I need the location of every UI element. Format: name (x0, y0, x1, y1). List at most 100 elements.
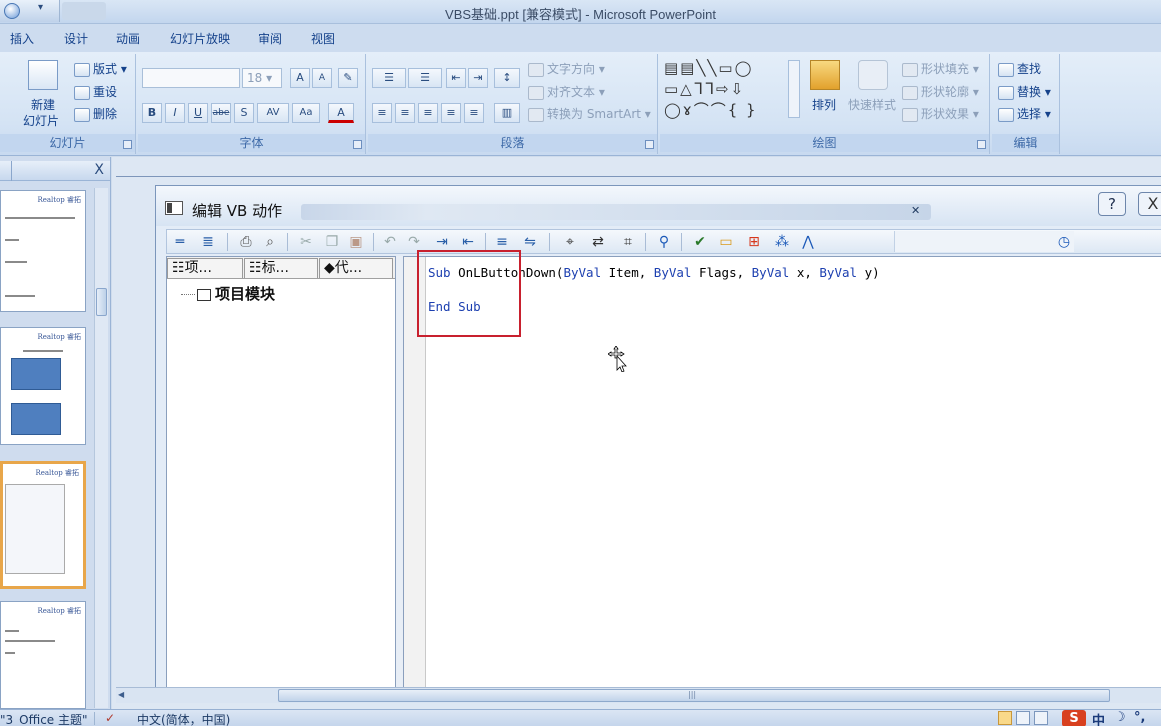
drawing-launcher-icon[interactable] (977, 140, 986, 149)
indent-icon[interactable]: ⇥ (433, 233, 451, 251)
italic-button[interactable]: I (165, 103, 185, 123)
columns-icon[interactable]: ▥ (494, 103, 520, 123)
tab-review[interactable]: 审阅 (258, 30, 282, 47)
delete-button[interactable]: 删除 (74, 105, 117, 122)
help-button[interactable]: ? (1098, 192, 1126, 216)
new-slide-icon[interactable] (28, 60, 58, 90)
tab-design[interactable]: 设计 (64, 30, 88, 47)
sorter-view-icon[interactable] (1016, 711, 1030, 725)
close-button[interactable]: X (1138, 192, 1161, 216)
horizontal-scrollbar[interactable]: ◀ ||| (116, 687, 1161, 703)
strikethrough-button[interactable]: abe (211, 103, 231, 123)
clear-format-icon[interactable]: ✎ (338, 68, 358, 88)
add-module-icon[interactable]: ⊞ (745, 233, 763, 251)
scroll-thumb[interactable] (96, 288, 107, 316)
close-pane-icon[interactable]: X (94, 162, 104, 178)
moon-icon[interactable]: ☽ (1114, 710, 1126, 725)
align-center-icon[interactable]: ≡ (395, 103, 415, 123)
code-editor[interactable]: Sub OnLButtonDown(ByVal Item, ByVal Flag… (403, 250, 1161, 688)
uncomment-icon[interactable]: ⇋ (521, 233, 539, 251)
line-spacing-icon[interactable]: ↕ (494, 68, 520, 88)
font-name-combo[interactable] (142, 68, 240, 88)
tree-item-project-modules[interactable]: 项目模块 (181, 283, 275, 304)
align-right-icon[interactable]: ≡ (418, 103, 438, 123)
cut-icon[interactable]: ✂ (297, 233, 315, 251)
shape-effects-button[interactable]: 形状效果 ▾ (902, 105, 979, 122)
char-spacing-button[interactable]: AV (257, 103, 289, 123)
redo-icon[interactable]: ↷ (405, 233, 423, 251)
arrange-icon[interactable] (810, 60, 840, 90)
tab-slideshow[interactable]: 幻灯片放映 (170, 30, 230, 47)
slides-launcher-icon[interactable] (123, 140, 132, 149)
text-direction-button[interactable]: 文字方向 ▾ (528, 60, 605, 77)
shapes-scroll[interactable] (788, 60, 800, 118)
new-slide-label-2[interactable]: 幻灯片 (23, 112, 59, 129)
print-preview-icon[interactable]: ⌕ (261, 233, 279, 251)
new-slide-label[interactable]: 新建 (31, 96, 55, 113)
align-text-button[interactable]: 对齐文本 ▾ (528, 83, 605, 100)
arrange-button[interactable]: 排列 (812, 96, 836, 113)
align-left-icon[interactable]: ≡ (372, 103, 392, 123)
properties-icon[interactable]: ≣ (199, 233, 217, 251)
select-button[interactable]: 选择 ▾ (998, 105, 1051, 122)
grow-font-button[interactable]: A (290, 68, 310, 88)
outdent-icon[interactable]: ⇤ (459, 233, 477, 251)
shadow-button[interactable]: S (234, 103, 254, 123)
outline-icon[interactable]: ═ (171, 233, 189, 251)
underline-button[interactable]: U (188, 103, 208, 123)
undo-icon[interactable]: ↶ (381, 233, 399, 251)
font-size-combo[interactable]: 18 ▾ (242, 68, 282, 88)
layout-button[interactable]: 版式 ▾ (74, 60, 127, 77)
check-syntax-icon[interactable]: ✔ (691, 233, 709, 251)
find-code-icon[interactable]: ⌖ (561, 233, 579, 251)
tab-project[interactable]: ☷项... (167, 258, 243, 278)
tab-labels[interactable]: ☷标... (244, 258, 318, 278)
language[interactable]: 中文(简体，中国) (137, 711, 230, 726)
decrease-indent-icon[interactable]: ⇤ (446, 68, 466, 88)
slide-thumbnail[interactable]: Realtop 睿拓 (0, 601, 86, 709)
slide-pane-scrollbar[interactable] (94, 188, 108, 708)
distribute-icon[interactable]: ≡ (464, 103, 484, 123)
clock-icon[interactable]: ◷ (1055, 233, 1073, 251)
tab-animation[interactable]: 动画 (116, 30, 140, 47)
theme-name[interactable]: "3_Office 主题" (0, 711, 88, 726)
replace-code-icon[interactable]: ⇄ (589, 233, 607, 251)
quick-styles-icon[interactable] (858, 60, 888, 90)
scroll-left-icon[interactable]: ◀ (118, 690, 124, 699)
find-button[interactable]: 查找 (998, 60, 1041, 77)
font-launcher-icon[interactable] (353, 140, 362, 149)
slide-thumbnail-selected[interactable]: Realtop 睿拓 (0, 461, 86, 589)
bookmark-icon[interactable]: ⚲ (655, 233, 673, 251)
sogou-ime-icon[interactable]: S (1062, 710, 1086, 726)
shape-outline-button[interactable]: 形状轮廓 ▾ (902, 83, 979, 100)
goto-icon[interactable]: ⌗ (619, 233, 637, 251)
quick-styles-button[interactable]: 快速样式 (848, 96, 896, 113)
slide-thumbnail[interactable]: Realtop 睿拓 (0, 327, 86, 445)
bold-button[interactable]: B (142, 103, 162, 123)
normal-view-icon[interactable] (998, 711, 1012, 725)
ime-chinese-mode[interactable]: 中 (1092, 710, 1105, 726)
replace-button[interactable]: 替换 ▾ (998, 83, 1051, 100)
font-color-button[interactable]: A (328, 103, 354, 123)
numbering-icon[interactable]: ☰ (408, 68, 442, 88)
compass-icon[interactable]: ⋀ (799, 233, 817, 251)
object-browser-icon[interactable]: ⁂ (773, 233, 791, 251)
bullets-icon[interactable]: ☰ (372, 68, 406, 88)
justify-icon[interactable]: ≡ (441, 103, 461, 123)
paste-icon[interactable]: ▣ (347, 233, 365, 251)
tab-view[interactable]: 视图 (311, 30, 335, 47)
shapes-gallery[interactable]: ▤▤╲╲▭◯ ▭△ᒣᒣ⇨⇩ ◯ɤ⌒⌒{ } (664, 58, 800, 124)
punctuation-icon[interactable]: °, (1134, 710, 1145, 725)
paragraph-launcher-icon[interactable] (645, 140, 654, 149)
reset-button[interactable]: 重设 (74, 83, 117, 100)
shrink-font-button[interactable]: A (312, 68, 332, 88)
convert-smartart-button[interactable]: 转换为 SmartArt ▾ (528, 105, 651, 122)
slide-thumbnail[interactable]: Realtop 睿拓 (0, 190, 86, 312)
panel-splitter[interactable] (396, 256, 403, 688)
comment-icon[interactable]: ≡ (493, 233, 511, 251)
shape-fill-button[interactable]: 形状填充 ▾ (902, 60, 979, 77)
slide-pane-tab[interactable] (0, 161, 12, 181)
change-case-button[interactable]: Aa (292, 103, 320, 123)
slideshow-view-icon[interactable] (1034, 711, 1048, 725)
spell-check-icon[interactable]: ✓ (105, 711, 115, 725)
